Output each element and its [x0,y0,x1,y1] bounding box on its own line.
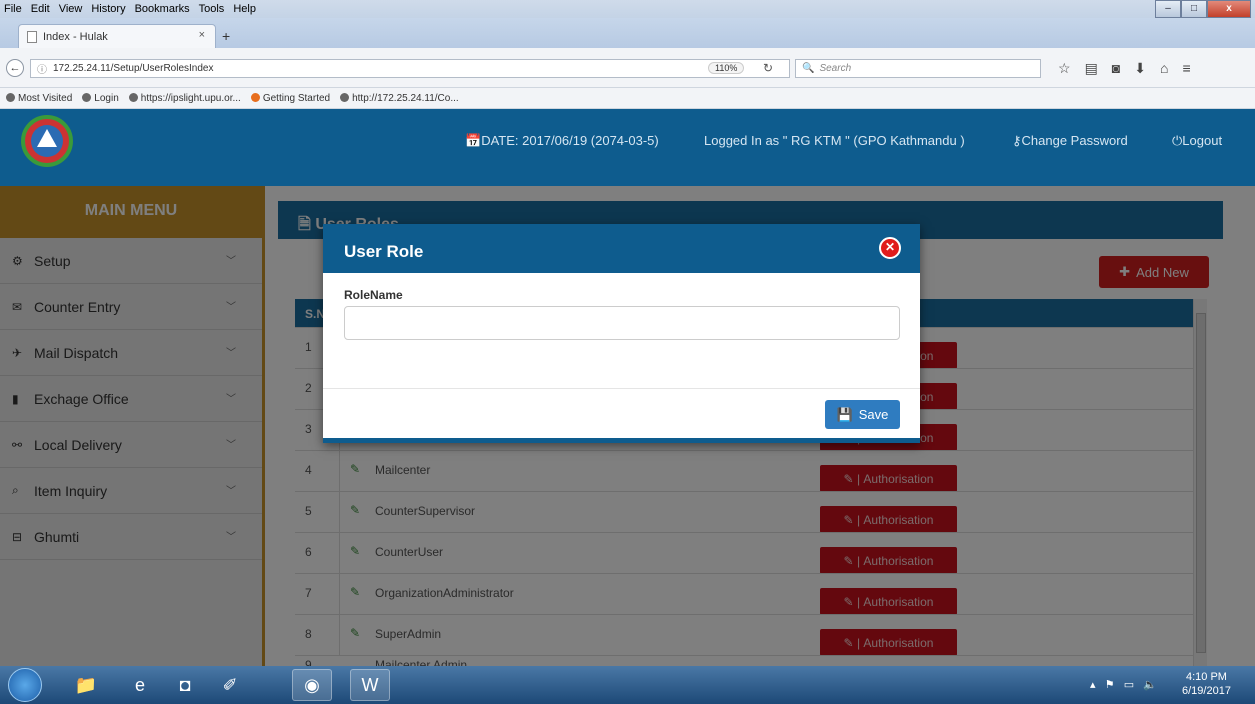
search-input[interactable]: 🔍 Search [795,59,1041,78]
change-password-link[interactable]: ⚷Change Password [1012,133,1128,149]
bookmark-star-icon[interactable]: ☆ [1058,60,1071,77]
page-icon [27,30,37,43]
url-bar[interactable]: ⓘ 172.25.24.11/Setup/UserRolesIndex [30,59,790,78]
clock[interactable]: 4:10 PM 6/19/2017 [1182,670,1231,698]
menu-history[interactable]: History [91,3,125,15]
bookmark-ipslight[interactable]: https://ipslight.upu.or... [128,93,241,104]
close-window-button[interactable]: x [1207,0,1251,18]
power-icon: ⏻ [1172,133,1183,148]
clock-time: 4:10 PM [1185,671,1227,683]
modal-title: User Role [344,242,424,261]
volume-icon[interactable]: 🔈 [1143,679,1157,691]
menu-help[interactable]: Help [233,3,256,15]
url-text: 172.25.24.11/Setup/UserRolesIndex [53,63,214,74]
menu-file[interactable]: File [4,3,22,15]
bookmark-hulak-co[interactable]: http://172.25.24.11/Co... [340,93,459,104]
reload-icon[interactable]: ↻ [763,61,773,75]
save-button[interactable]: 💾 Save [825,400,900,429]
network-icon[interactable]: ▭ [1124,679,1134,691]
menu-bookmarks[interactable]: Bookmarks [135,3,190,15]
explorer-taskbar-icon[interactable]: 📁 [66,669,106,701]
rolename-label: RoleName [344,288,403,302]
pocket-icon[interactable]: ◙ [1112,60,1120,77]
clock-date: 6/19/2017 [1182,685,1231,697]
search-icon: 🔍 [802,63,815,74]
calendar-icon: 📅 [465,133,482,148]
floppy-disk-icon: 💾 [836,406,853,422]
maximize-button[interactable]: □ [1181,0,1207,18]
app-header: 📅DATE: 2017/06/19 (2074-03-5) Logged In … [0,109,1255,186]
modal-divider [323,388,920,389]
user-role-modal: User Role ✕ RoleName 💾 Save [323,224,920,443]
logout-link[interactable]: ⏻Logout [1172,133,1222,149]
flag-icon[interactable]: ⚑ [1105,679,1115,691]
nepal-emblem-logo [21,115,73,167]
word-taskbar-icon[interactable]: W [350,669,390,701]
menu-view[interactable]: View [59,3,83,15]
tab-close-icon[interactable]: × [199,29,205,41]
modal-close-icon[interactable]: ✕ [879,237,901,259]
menu-edit[interactable]: Edit [31,3,50,15]
firefox-taskbar-icon[interactable]: ◉ [292,669,332,701]
rolename-input[interactable] [344,306,900,340]
bookmark-login[interactable]: Login [82,93,119,104]
key-icon: ⚷ [1012,133,1022,148]
internet-explorer-taskbar-icon[interactable]: e [120,669,160,701]
reading-list-icon[interactable]: ▤ [1085,60,1098,77]
modal-header: User Role ✕ [323,224,920,273]
tray-arrow-icon[interactable]: ▴ [1090,679,1096,691]
search-placeholder: Search [819,63,852,74]
browser-menubar: File Edit View History Bookmarks Tools H… [0,0,1255,18]
bookmarks-bar: Most Visited Login https://ipslight.upu.… [0,88,1255,109]
tab-index-hulak[interactable]: Index - Hulak × [18,24,216,48]
zoom-level[interactable]: 110% [708,62,745,74]
info-icon[interactable]: ⓘ [37,61,47,76]
bookmark-most-visited[interactable]: Most Visited [6,93,72,104]
paint-taskbar-icon[interactable]: ✐ [210,669,250,701]
windows-taskbar: 📁 e ◘ ✐ ◉ W ▴ ⚑ ▭ 🔈 4:10 PM 6/19/2017 [0,666,1255,704]
bookmark-getting-started[interactable]: Getting Started [250,93,330,104]
window-controls: – □ x [1155,0,1251,18]
minimize-button[interactable]: – [1155,0,1181,18]
nav-bar: ← ⓘ 172.25.24.11/Setup/UserRolesIndex 11… [0,48,1255,88]
start-button[interactable] [8,668,42,702]
new-tab-button[interactable]: + [222,28,230,44]
home-icon[interactable]: ⌂ [1160,60,1168,77]
tab-title: Index - Hulak [43,30,108,43]
menu-tools[interactable]: Tools [199,3,225,15]
header-date: 📅DATE: 2017/06/19 (2074-03-5) [465,133,659,148]
tab-bar: Index - Hulak × + [0,18,1255,48]
toolbar-icons: ☆ ▤ ◙ ⬇ ⌂ ≡ [1058,60,1191,77]
outlook-taskbar-icon[interactable]: ◘ [165,669,205,701]
system-tray: ▴ ⚑ ▭ 🔈 [1090,678,1157,691]
back-button[interactable]: ← [6,59,24,77]
download-icon[interactable]: ⬇ [1134,60,1146,77]
hamburger-menu-icon[interactable]: ≡ [1182,60,1190,77]
header-logged-in: Logged In as " RG KTM " (GPO Kathmandu ) [704,133,965,148]
